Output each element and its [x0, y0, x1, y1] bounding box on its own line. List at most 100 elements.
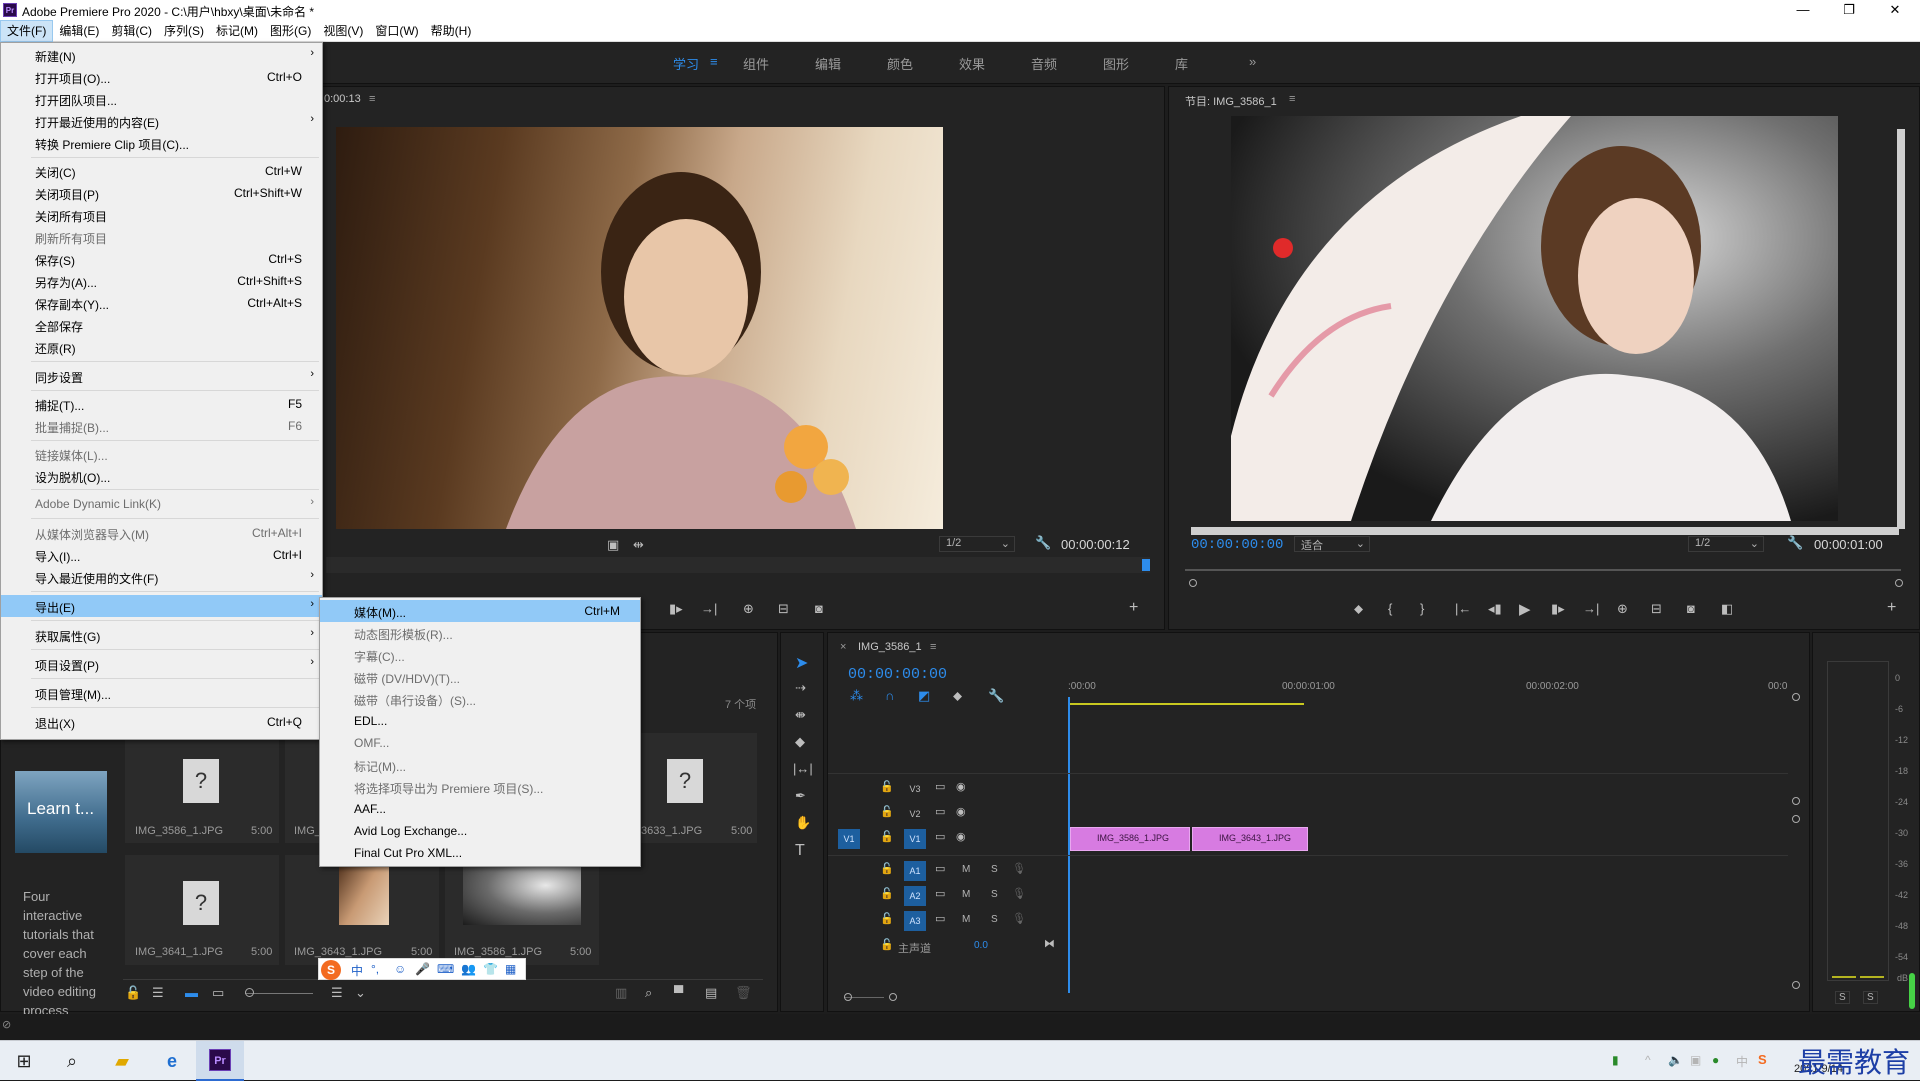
menu-item-revert[interactable]: 还原(R)	[1, 336, 322, 358]
export-media[interactable]: 媒体(M)... Ctrl+M	[320, 600, 640, 622]
solo-button[interactable]: S	[991, 914, 998, 925]
windows-icon[interactable]: ⊞	[0, 1041, 48, 1081]
v-scroll-handle[interactable]	[1792, 797, 1800, 805]
lock-icon[interactable]: 🔓	[880, 912, 894, 925]
new-bin-icon[interactable]: ▀	[674, 985, 683, 1000]
lock-icon[interactable]: 🔓	[125, 985, 141, 1001]
language-icon[interactable]: 中	[1736, 1053, 1748, 1070]
v-scroll-handle[interactable]	[1792, 815, 1800, 823]
sogou-tray-icon[interactable]: S	[1758, 1052, 1767, 1067]
go-to-in-icon[interactable]: |←	[1455, 601, 1471, 616]
track-label[interactable]: V3	[904, 779, 926, 799]
step-forward-icon[interactable]: ▮▸	[1551, 601, 1565, 617]
add-button-icon[interactable]: +	[1887, 599, 1896, 617]
toggle-sync-icon[interactable]: ▭	[935, 912, 945, 925]
type-tool-icon[interactable]: T	[795, 842, 805, 860]
add-button-icon[interactable]: +	[1129, 599, 1138, 617]
add-marker-icon[interactable]: ⬥	[1354, 601, 1363, 617]
menu-file[interactable]: 文件(F)	[0, 20, 54, 42]
toggle-sync-icon[interactable]: ▭	[935, 862, 945, 875]
network-icon[interactable]: ▣	[1690, 1053, 1701, 1067]
workspace-editing-tab[interactable]: 编辑	[815, 54, 841, 73]
export-avid-log[interactable]: Avid Log Exchange...	[320, 820, 640, 842]
solo-button[interactable]: S	[991, 864, 998, 875]
comparison-view-icon[interactable]: ◧	[1721, 601, 1733, 617]
ime-voice-icon[interactable]: 🎤	[415, 962, 430, 976]
timeline-menu-icon[interactable]: ≡	[930, 641, 936, 653]
lock-icon[interactable]: 🔓	[880, 862, 894, 875]
menu-item-save-copy[interactable]: 保存副本(Y)... Ctrl+Alt+S	[1, 292, 322, 314]
workspace-assembly-tab[interactable]: 组件	[743, 54, 769, 73]
track-label[interactable]: A3	[904, 911, 926, 931]
microphone-icon[interactable]: 🎙	[1012, 862, 1026, 875]
ime-emoji-icon[interactable]: ☺	[394, 962, 406, 976]
volume-icon[interactable]: 🔈	[1668, 1053, 1683, 1067]
source-timecode-tab[interactable]: 0:00:13	[324, 93, 361, 105]
menu-help[interactable]: 帮助(H)	[425, 20, 478, 42]
workspace-audio-tab[interactable]: 音频	[1031, 54, 1057, 73]
mark-out-icon[interactable]: }	[1420, 601, 1424, 616]
toggle-sync-icon[interactable]: ▭	[935, 830, 945, 843]
workspace-more-icon[interactable]: »	[1249, 54, 1256, 69]
slip-tool-icon[interactable]: |↔|	[793, 761, 813, 776]
menu-item-save[interactable]: 保存(S) Ctrl+S	[1, 248, 322, 270]
go-to-out-icon[interactable]: →|	[701, 601, 717, 616]
drag-video-icon[interactable]: ⇹	[633, 537, 644, 553]
export-edl[interactable]: EDL...	[320, 710, 640, 732]
menu-edit[interactable]: 编辑(E)	[53, 20, 105, 42]
export-final-cut-xml[interactable]: Final Cut Pro XML...	[320, 842, 640, 864]
find-icon[interactable]: ⌕	[645, 985, 652, 1001]
menu-item-sync-settings[interactable]: 同步设置 ›	[1, 365, 322, 387]
ime-toolbox-icon[interactable]: ▦	[505, 962, 516, 976]
mark-in-icon[interactable]: {	[1388, 601, 1392, 616]
menu-item-save-all[interactable]: 全部保存	[1, 314, 322, 336]
v-scroll-handle-bottom[interactable]	[1792, 981, 1800, 989]
insert-icon[interactable]: ▣	[607, 537, 619, 553]
source-panel-menu-icon[interactable]: ≡	[369, 93, 375, 105]
export-frame-icon[interactable]: ◙	[815, 601, 823, 616]
sort-icon[interactable]: ☰	[331, 985, 343, 1001]
overwrite-edit-icon[interactable]: ⊟	[778, 601, 789, 617]
minimize-button[interactable]: —	[1780, 0, 1826, 20]
selection-tool-icon[interactable]: ➤	[795, 653, 808, 673]
restore-button[interactable]: ❐	[1826, 0, 1872, 20]
track-select-tool-icon[interactable]: ⇢	[795, 680, 806, 696]
eye-icon[interactable]: ◉	[956, 830, 966, 843]
step-forward-icon[interactable]: ▮▸	[669, 601, 683, 617]
timeline-tab-close-icon[interactable]: ×	[840, 641, 846, 653]
chevron-down-icon[interactable]: ⌄	[355, 985, 366, 1001]
meter-solo-right[interactable]: S	[1863, 991, 1878, 1004]
ime-chinese-mode[interactable]: 中	[351, 962, 363, 979]
h-scroll-handle-right[interactable]	[889, 993, 897, 1001]
menu-item-get-properties[interactable]: 获取属性(G) ›	[1, 624, 322, 646]
mute-button[interactable]: M	[962, 914, 970, 925]
export-frame-icon[interactable]: ◙	[1687, 601, 1695, 616]
program-scrubber[interactable]	[1185, 569, 1901, 571]
meter-solo-left[interactable]: S	[1835, 991, 1850, 1004]
search-icon[interactable]: ⌕	[48, 1041, 96, 1081]
list-view-icon[interactable]: ☰	[152, 985, 164, 1001]
meter-scroll-indicator[interactable]	[1909, 973, 1915, 1009]
new-item-icon[interactable]: ▤	[705, 985, 717, 1001]
workspace-learn-tab[interactable]: 学习	[673, 54, 699, 73]
go-to-out-icon[interactable]: ⧓	[1044, 937, 1055, 950]
explorer-icon[interactable]: ▰	[98, 1041, 146, 1081]
hand-tool-icon[interactable]: ✋	[795, 815, 811, 831]
menu-item-exit[interactable]: 退出(X) Ctrl+Q	[1, 711, 322, 733]
snap-icon[interactable]: ⁂	[850, 688, 863, 704]
workspace-color-tab[interactable]: 颜色	[887, 54, 913, 73]
menu-item-open-recent[interactable]: 打开最近使用的内容(E) ›	[1, 110, 322, 132]
icon-view-icon[interactable]: ▬	[185, 985, 198, 1000]
source-scrubber[interactable]	[326, 557, 1150, 573]
eye-icon[interactable]: ◉	[956, 780, 966, 793]
menu-graphics[interactable]: 图形(G)	[264, 20, 317, 42]
wrench-icon[interactable]: 🔧	[1787, 535, 1803, 551]
step-back-icon[interactable]: ◂▮	[1488, 601, 1502, 617]
workspace-libraries-tab[interactable]: 库	[1175, 54, 1188, 73]
solo-button[interactable]: S	[991, 889, 998, 900]
source-patch-v1[interactable]: V1	[838, 829, 860, 849]
lock-icon[interactable]: 🔓	[880, 887, 894, 900]
timeline-ruler[interactable]: :00:00 00:00:01:00 00:00:02:00 00:0	[1068, 681, 1798, 705]
workspace-menu-icon[interactable]: ≡	[710, 54, 718, 69]
ime-punctuation[interactable]: °,	[371, 962, 379, 976]
